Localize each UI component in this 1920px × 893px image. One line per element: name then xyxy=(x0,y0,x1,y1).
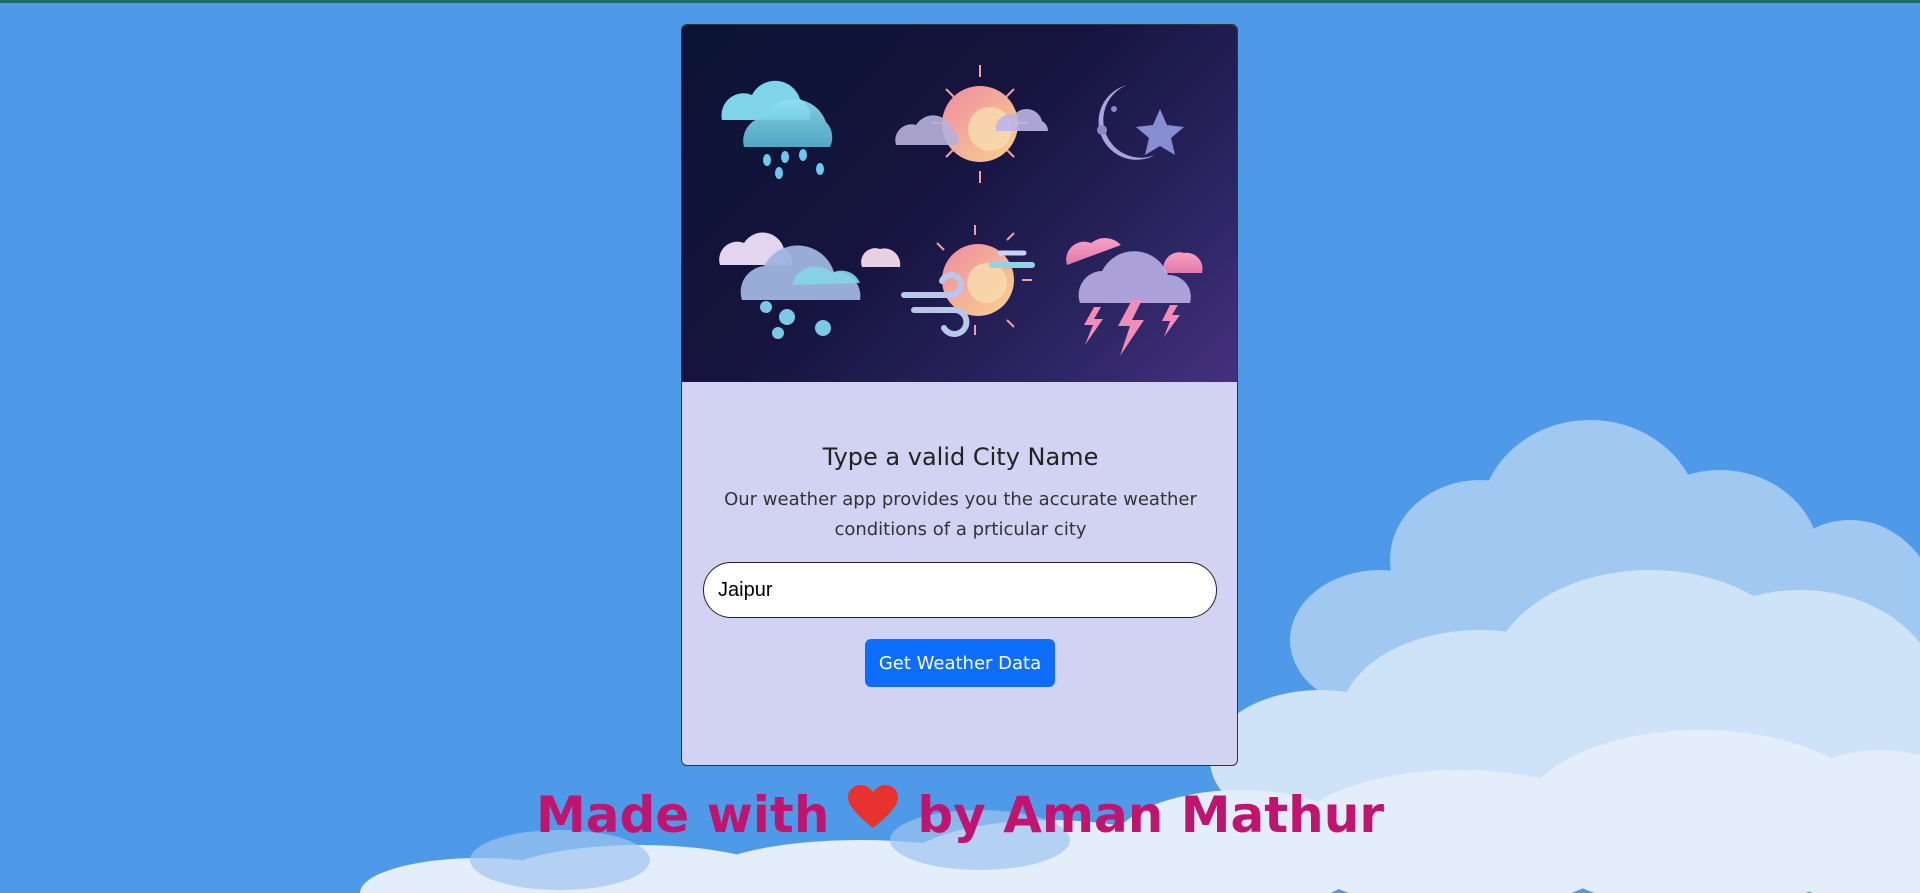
city-input[interactable] xyxy=(703,562,1217,618)
sun-cloud-icon xyxy=(895,65,1048,183)
footer-prefix: Made with xyxy=(535,786,830,844)
weather-card: Type a valid City Name Our weather app p… xyxy=(681,24,1238,766)
top-strip xyxy=(0,0,1920,3)
hail-cloud-icon xyxy=(719,232,901,339)
heart-icon xyxy=(847,784,899,842)
get-weather-button[interactable]: Get Weather Data xyxy=(865,639,1055,687)
weather-icons-banner xyxy=(682,25,1237,382)
card-description: Our weather app provides you the accurat… xyxy=(724,489,1197,540)
rain-cloud-icon xyxy=(721,80,833,179)
windy-sun-icon xyxy=(901,225,1035,337)
thunderstorm-cloud-icon xyxy=(1066,238,1203,356)
footer-credit: Made with by Aman Mathur xyxy=(0,784,1920,848)
footer-suffix: by Aman Mathur xyxy=(917,786,1384,844)
moon-star-icon xyxy=(1097,85,1184,160)
card-title: Type a valid City Name xyxy=(822,443,1099,471)
